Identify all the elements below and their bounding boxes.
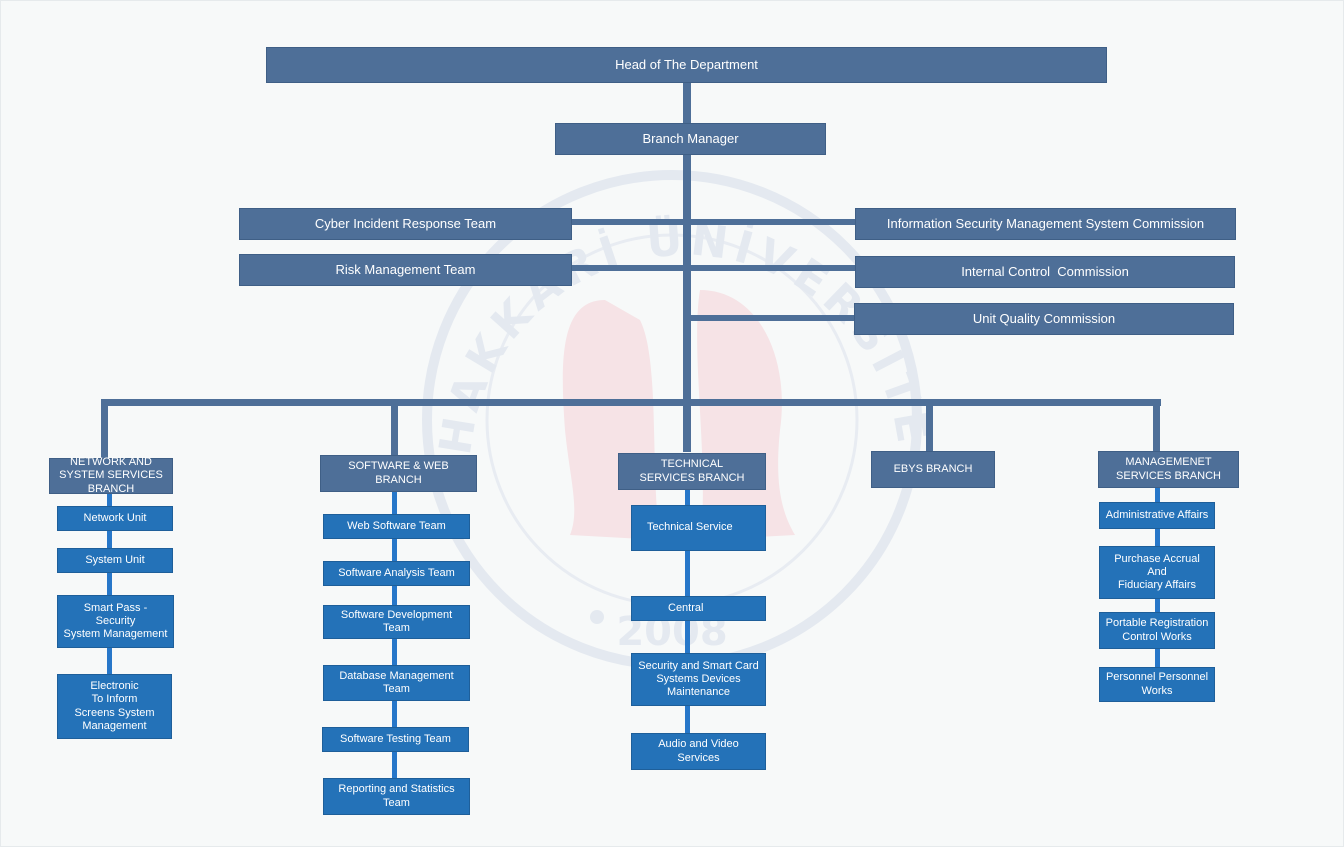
connector-staff-row-1	[572, 219, 856, 225]
unit-audio-video-services[interactable]: Audio and Video Services	[631, 733, 766, 770]
staff-right-label: Information Security Management System C…	[886, 216, 1205, 232]
unit-label: Personnel Personnel Works	[1105, 671, 1209, 697]
branch-label: TECHNICAL SERVICES BRANCH	[639, 458, 745, 484]
unit-administrative-affairs[interactable]: Administrative Affairs	[1099, 502, 1215, 529]
unit-portable-registration[interactable]: Portable Registration Control Works	[1099, 612, 1215, 649]
branch-label: NETWORK AND SYSTEM SERVICES BRANCH	[59, 456, 163, 495]
unit-label: Web Software Team	[347, 519, 446, 532]
branch-network-system[interactable]: NETWORK AND SYSTEM SERVICES BRANCH	[49, 456, 173, 495]
internal-control-commission-box[interactable]: Internal Control Commission	[855, 256, 1235, 288]
unit-label: System Unit	[85, 553, 145, 566]
connector-head-to-manager	[683, 82, 691, 124]
unit-label: Software Testing Team	[340, 732, 451, 745]
unit-label: Central	[668, 601, 704, 614]
connector-branches-horizontal	[101, 399, 1161, 406]
connector-main-trunk	[683, 154, 691, 452]
unit-label: Database Management Team	[339, 669, 454, 695]
unit-database-management-team[interactable]: Database Management Team	[323, 665, 470, 701]
unit-label: Technical Service	[647, 521, 733, 534]
unit-software-testing-team[interactable]: Software Testing Team	[322, 727, 469, 752]
unit-label: Portable Registration Control Works	[1105, 617, 1209, 643]
branch-manager-label: Branch Manager	[642, 131, 739, 147]
branch-label: MANAGEMENET SERVICES BRANCH	[1116, 456, 1221, 482]
unit-software-development-team[interactable]: Software Development Team	[323, 605, 470, 639]
unit-web-software-team[interactable]: Web Software Team	[323, 514, 470, 539]
connector-branch-1	[101, 399, 108, 458]
unit-label: Electronic To Inform Screens System Mana…	[74, 680, 155, 732]
connector-branch-4	[926, 399, 933, 452]
staff-right-label: Internal Control Commission	[961, 264, 1129, 280]
unit-system[interactable]: System Unit	[57, 548, 173, 573]
connector-branch-2	[391, 399, 398, 456]
unit-label: Network Unit	[83, 511, 147, 524]
connector-branch-5	[1153, 399, 1160, 452]
unit-label: Software Analysis Team	[338, 566, 455, 579]
branch-software-web[interactable]: SOFTWARE & WEB BRANCH	[320, 455, 477, 492]
unit-personnel-works[interactable]: Personnel Personnel Works	[1099, 667, 1215, 702]
unit-label: Administrative Affairs	[1105, 508, 1209, 521]
unit-label: Security and Smart Card Systems Devices …	[638, 659, 759, 699]
connector-staff-row-3	[691, 315, 856, 321]
unit-security-smart-card[interactable]: Security and Smart Card Systems Devices …	[631, 653, 766, 706]
unit-technical-service[interactable]: Technical Service	[631, 505, 766, 551]
unit-purchase-accrual[interactable]: Purchase Accrual And Fiduciary Affairs	[1099, 546, 1215, 599]
branch-management-services[interactable]: MANAGEMENET SERVICES BRANCH	[1098, 451, 1239, 488]
unit-label: Software Development Team	[340, 608, 453, 634]
unit-label: Purchase Accrual And Fiduciary Affairs	[1114, 552, 1200, 592]
staff-left-label: Cyber Incident Response Team	[314, 216, 497, 232]
head-of-department-label: Head of The Department	[615, 57, 758, 73]
unit-label: Smart Pass - Security System Management	[63, 601, 168, 641]
branch-manager-box[interactable]: Branch Manager	[555, 123, 826, 155]
staff-left-label: Risk Management Team	[335, 262, 476, 278]
branch-label: SOFTWARE & WEB BRANCH	[348, 460, 449, 486]
unit-label: Reporting and Statistics Team	[338, 783, 455, 809]
connector-staff-row-2	[572, 265, 856, 271]
branch-ebys[interactable]: EBYS BRANCH	[871, 451, 995, 488]
risk-management-team-box[interactable]: Risk Management Team	[239, 254, 572, 286]
unit-quality-commission-box[interactable]: Unit Quality Commission	[854, 303, 1234, 335]
unit-electronic-screens[interactable]: Electronic To Inform Screens System Mana…	[57, 674, 172, 739]
staff-right-label: Unit Quality Commission	[972, 311, 1116, 327]
branch-label: EBYS BRANCH	[893, 462, 973, 475]
head-of-department-box[interactable]: Head of The Department	[266, 47, 1107, 83]
unit-central[interactable]: Central	[631, 596, 766, 621]
branch-technical-services[interactable]: TECHNICAL SERVICES BRANCH	[618, 453, 766, 490]
cyber-incident-response-team-box[interactable]: Cyber Incident Response Team	[239, 208, 572, 240]
unit-smart-pass[interactable]: Smart Pass - Security System Management	[57, 595, 174, 648]
unit-reporting-statistics-team[interactable]: Reporting and Statistics Team	[323, 778, 470, 815]
unit-label: Audio and Video Services	[658, 738, 739, 764]
infosec-management-commission-box[interactable]: Information Security Management System C…	[855, 208, 1236, 240]
unit-software-analysis-team[interactable]: Software Analysis Team	[323, 561, 470, 586]
unit-network[interactable]: Network Unit	[57, 506, 173, 531]
